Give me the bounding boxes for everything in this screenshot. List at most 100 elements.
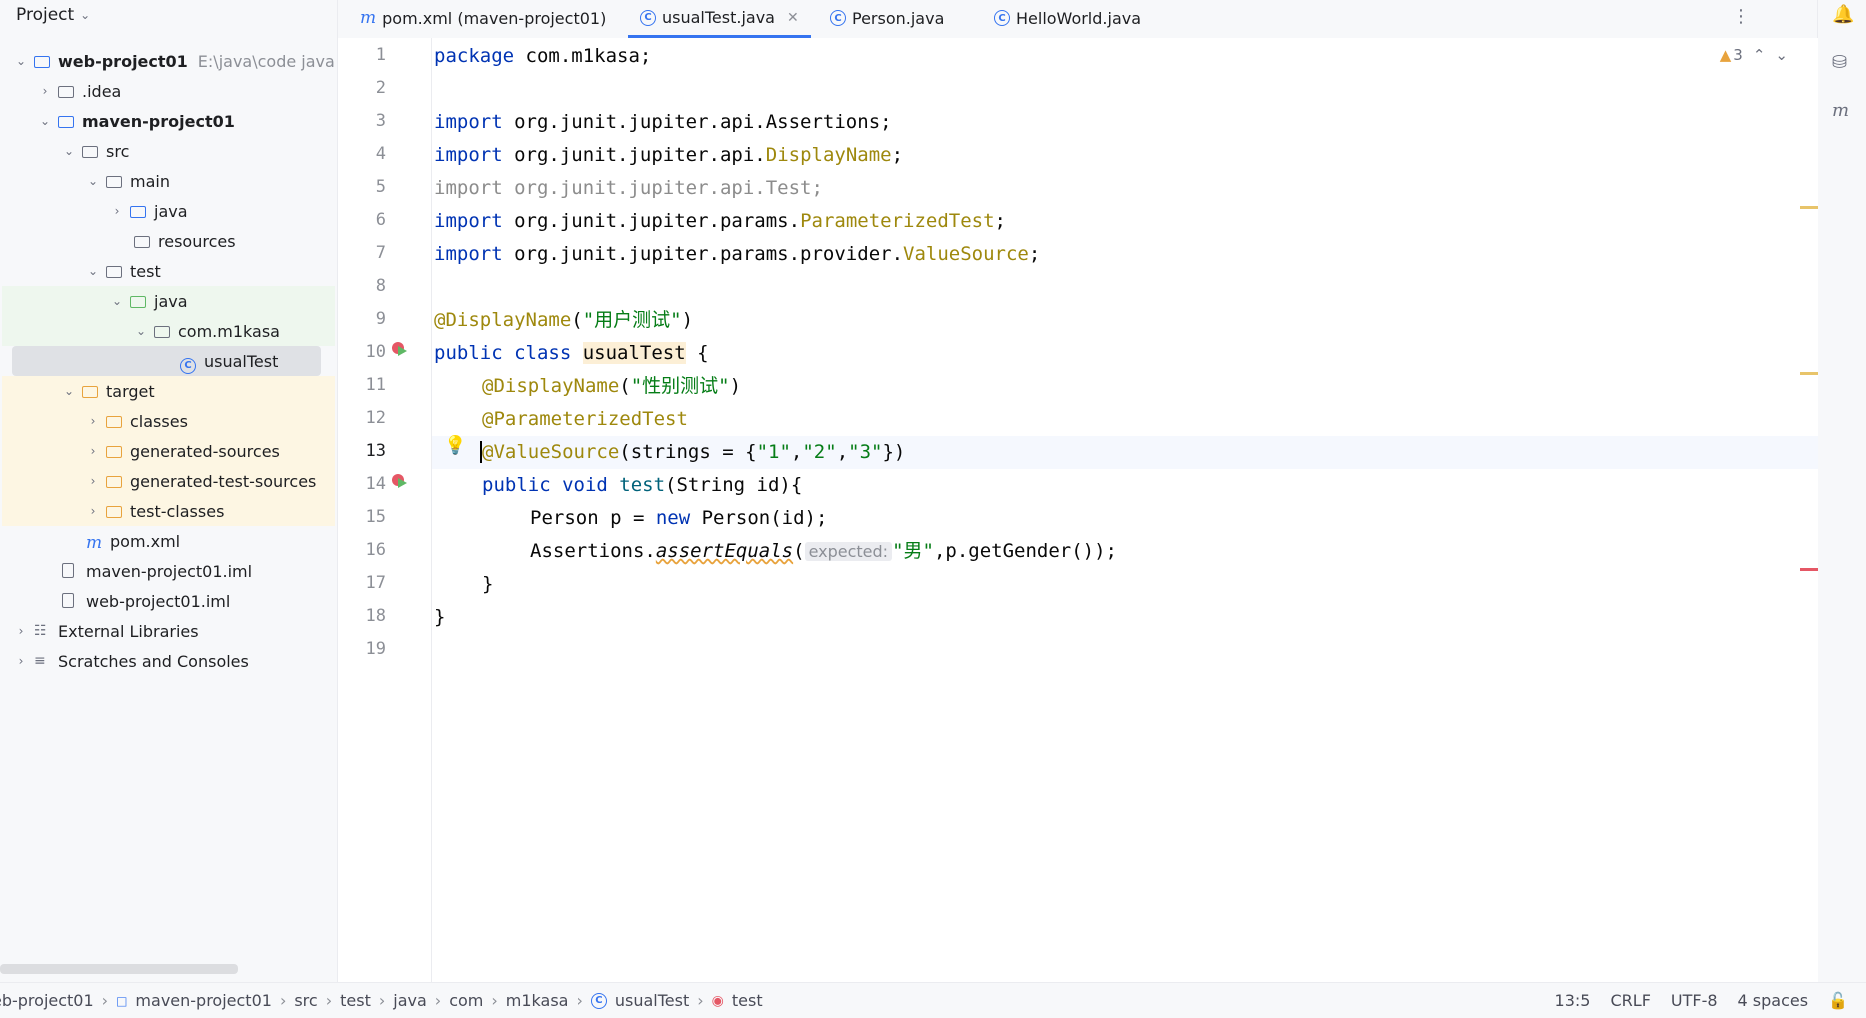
- tree-item-maven-project01-iml[interactable]: maven-project01.iml: [2, 556, 335, 586]
- chevron-right-icon[interactable]: ›: [86, 474, 100, 488]
- breadcrumb-item[interactable]: test: [732, 991, 763, 1010]
- caret-position[interactable]: 13:5: [1555, 991, 1591, 1010]
- run-test-class-icon[interactable]: [392, 342, 410, 360]
- tree-item-generated-test-sources[interactable]: › generated-test-sources: [2, 466, 335, 496]
- chevron-down-icon[interactable]: ⌄: [86, 174, 100, 188]
- code-line-5-unused-import: import org.junit.jupiter.api.Test;: [434, 177, 823, 199]
- tree-item-test[interactable]: ⌄ test: [2, 256, 335, 286]
- project-view-selector[interactable]: Project ⌄: [16, 2, 90, 28]
- excluded-folder-icon: [82, 383, 100, 399]
- file-icon: [62, 563, 80, 579]
- tree-item-usualtest[interactable]: C usualTest: [12, 346, 321, 376]
- breadcrumb-item[interactable]: com: [449, 991, 483, 1010]
- tree-item-test-java[interactable]: ⌄ java: [2, 286, 335, 316]
- chevron-right-icon[interactable]: ›: [110, 204, 124, 218]
- close-icon[interactable]: ✕: [787, 10, 799, 26]
- line-number: 16: [365, 540, 386, 560]
- code-line-1: package com.m1kasa;: [434, 45, 652, 67]
- line-number: 14: [365, 474, 386, 494]
- tree-item-test-classes[interactable]: › test-classes: [2, 496, 335, 526]
- tree-item-generated-sources[interactable]: › generated-sources: [2, 436, 335, 466]
- code-line-13: @ValueSource(strings = {"1","2","3"}): [480, 441, 906, 463]
- chevron-right-icon: ›: [279, 991, 287, 1010]
- horizontal-scrollbar[interactable]: [0, 964, 238, 974]
- maven-icon[interactable]: m: [1832, 100, 1849, 121]
- excluded-folder-icon: [106, 443, 124, 459]
- library-icon: ☷: [34, 623, 47, 639]
- class-icon: C: [640, 9, 656, 26]
- code-editor[interactable]: 💡 ▲ 3 ⌃ ⌄ package com.m1kasa; import org…: [432, 38, 1818, 982]
- tree-item-src[interactable]: ⌄ src: [2, 136, 335, 166]
- indent-setting[interactable]: 4 spaces: [1738, 991, 1809, 1010]
- notifications-icon[interactable]: 🔔: [1832, 4, 1854, 25]
- tab-person-java[interactable]: C Person.java: [818, 0, 956, 36]
- chevron-right-icon[interactable]: ›: [38, 84, 52, 98]
- code-line-3: import org.junit.jupiter.api.Assertions;: [434, 111, 892, 133]
- method-icon: ◉: [711, 992, 724, 1009]
- parameter-hint: expected:: [804, 542, 893, 561]
- breadcrumb-item[interactable]: maven-project01: [135, 991, 272, 1010]
- chevron-down-icon[interactable]: ⌄: [134, 324, 148, 338]
- chevron-right-icon[interactable]: ›: [14, 654, 28, 668]
- breadcrumb-item[interactable]: usualTest: [615, 991, 689, 1010]
- tree-item-maven-project01[interactable]: ⌄ maven-project01: [2, 106, 335, 136]
- more-options-icon[interactable]: ⋮: [1732, 6, 1750, 27]
- tab-helloworld-java[interactable]: C HelloWorld.java: [982, 0, 1153, 36]
- tree-item-classes[interactable]: › classes: [2, 406, 335, 436]
- tree-item-com-m1kasa[interactable]: ⌄ com.m1kasa: [2, 316, 335, 346]
- chevron-right-icon[interactable]: ›: [86, 504, 100, 518]
- class-icon: C: [590, 992, 607, 1009]
- chevron-right-icon[interactable]: ›: [86, 414, 100, 428]
- chevron-right-icon[interactable]: ›: [14, 624, 28, 638]
- tree-item-pom-xml[interactable]: m pom.xml: [2, 526, 335, 556]
- warning-marker[interactable]: [1800, 372, 1818, 375]
- chevron-right-icon: ›: [378, 991, 386, 1010]
- chevron-down-icon[interactable]: ⌄: [38, 114, 52, 128]
- chevron-right-icon: ›: [434, 991, 442, 1010]
- scratches-icon: ≡: [34, 653, 46, 669]
- package-icon: [154, 323, 172, 339]
- code-line-17: }: [482, 573, 494, 595]
- chevron-down-icon[interactable]: ⌄: [110, 294, 124, 308]
- chevron-down-icon[interactable]: ⌄: [1775, 46, 1788, 64]
- tree-item-external-libraries[interactable]: › ☷ External Libraries: [2, 616, 335, 646]
- chevron-down-icon[interactable]: ⌄: [14, 54, 28, 68]
- line-separator[interactable]: CRLF: [1610, 991, 1650, 1010]
- chevron-down-icon[interactable]: ⌄: [86, 264, 100, 278]
- chevron-up-icon[interactable]: ⌃: [1753, 46, 1766, 64]
- tree-item-main[interactable]: ⌄ main: [2, 166, 335, 196]
- tree-item-scratches[interactable]: › ≡ Scratches and Consoles: [2, 646, 335, 676]
- lock-icon[interactable]: 🔓: [1828, 991, 1848, 1010]
- line-number: 2: [375, 78, 386, 98]
- file-encoding[interactable]: UTF-8: [1671, 991, 1718, 1010]
- chevron-down-icon[interactable]: ⌄: [62, 144, 76, 158]
- breadcrumb-item[interactable]: java: [393, 991, 427, 1010]
- tree-item-main-java[interactable]: › java: [2, 196, 335, 226]
- tab-usualtest-java[interactable]: C usualTest.java ✕: [628, 0, 811, 38]
- run-test-method-icon[interactable]: [392, 474, 410, 492]
- warning-count: 3: [1733, 46, 1743, 64]
- error-marker[interactable]: [1800, 568, 1818, 571]
- tree-item-idea[interactable]: › .idea: [2, 76, 335, 106]
- breadcrumb-item[interactable]: eb-project01: [0, 991, 94, 1010]
- tree-item-web-project01-iml[interactable]: web-project01.iml: [2, 586, 335, 616]
- tree-item-target[interactable]: ⌄ target: [2, 376, 335, 406]
- inspection-widget[interactable]: ▲ 3 ⌃ ⌄: [1720, 46, 1788, 64]
- lightbulb-icon[interactable]: 💡: [444, 435, 466, 456]
- breadcrumb-item[interactable]: test: [340, 991, 371, 1010]
- breadcrumb-item[interactable]: m1kasa: [506, 991, 569, 1010]
- tree-item-web-project01[interactable]: ⌄ web-project01 E:\java\code java: [2, 46, 335, 76]
- database-icon[interactable]: ⛁: [1832, 52, 1847, 73]
- code-line-12: @ParameterizedTest: [482, 408, 688, 430]
- warning-marker[interactable]: [1800, 206, 1818, 209]
- excluded-folder-icon: [106, 473, 124, 489]
- status-widgets: 13:5 CRLF UTF-8 4 spaces 🔓: [1555, 983, 1848, 1018]
- breadcrumb-item[interactable]: src: [294, 991, 317, 1010]
- tree-item-resources[interactable]: resources: [2, 226, 335, 256]
- chevron-down-icon[interactable]: ⌄: [62, 384, 76, 398]
- module-folder-icon: [58, 113, 76, 129]
- chevron-right-icon[interactable]: ›: [86, 444, 100, 458]
- tab-pom-xml[interactable]: m pom.xml (maven-project01): [348, 0, 618, 36]
- editor-gutter: 1 2 3 4 5 6 7 8 9 10 11 12 13 14 15 16 1…: [338, 38, 432, 982]
- chevron-right-icon: ›: [325, 991, 333, 1010]
